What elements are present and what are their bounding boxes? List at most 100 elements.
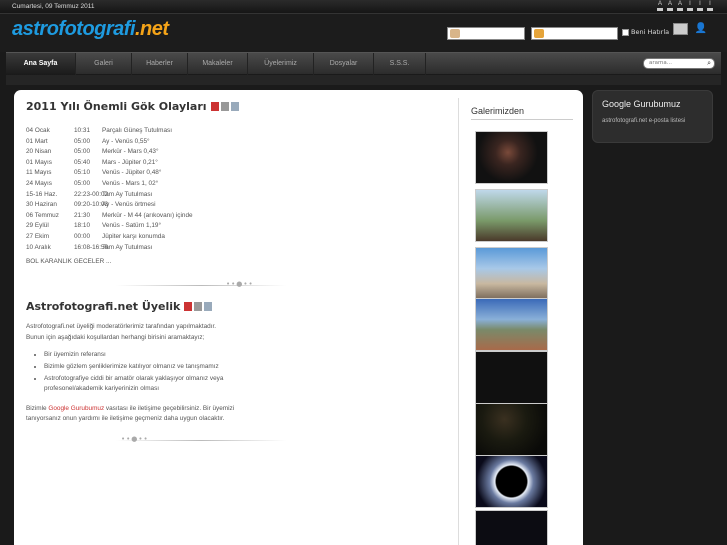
event-description: Ay - Venüs 0,55° bbox=[102, 137, 150, 145]
membership-conditions: Bir üyemizin referansı Bizimle gözlem şe… bbox=[26, 350, 456, 394]
email-icon[interactable] bbox=[230, 102, 239, 111]
event-row: 29 Eylül 18:10 Venüs - Satürn 1,19° bbox=[26, 221, 456, 232]
main-nav: Ana Sayfa Galeri Haberler Makaleler Üyel… bbox=[6, 52, 721, 75]
site-logo[interactable]: astrofotografi.net bbox=[12, 18, 169, 41]
nav-item-ana-sayfa[interactable]: Ana Sayfa bbox=[6, 53, 76, 75]
nav-shadow bbox=[6, 75, 721, 85]
membership-intro: Astrofotografi.net üyeliği moderatörleri… bbox=[26, 323, 217, 341]
print-icon[interactable] bbox=[220, 102, 229, 111]
nav-item-uyelerimiz[interactable]: Üyelerimiz bbox=[248, 53, 314, 75]
email-icon[interactable] bbox=[204, 302, 213, 312]
event-date: 29 Eylül bbox=[26, 222, 49, 230]
gallery-thumbnail[interactable] bbox=[475, 510, 548, 545]
gallery-thumbnail[interactable] bbox=[475, 403, 548, 456]
event-row: 24 Mayıs 05:00 Venüs - Mars 1, 02° bbox=[26, 179, 456, 190]
font-size-icon[interactable]: A bbox=[677, 1, 683, 11]
event-time: 18:10 bbox=[74, 222, 90, 230]
font-size-icon[interactable]: I bbox=[697, 1, 703, 11]
article-note: BOL KARANLIK GECELER ... bbox=[26, 258, 112, 266]
event-row: 27 Ekim 00:00 Jüpiter karşı konumda bbox=[26, 232, 456, 243]
article-title: Astrofotografi.net Üyelik bbox=[26, 300, 456, 313]
event-date: 01 Mart bbox=[26, 137, 48, 145]
remember-me[interactable]: Beni Hatırla bbox=[622, 28, 669, 36]
event-date: 24 Mayıs bbox=[26, 179, 52, 187]
google-group-link[interactable]: Google Gurubumuz bbox=[48, 405, 104, 412]
lock-icon bbox=[534, 29, 544, 38]
pdf-icon[interactable] bbox=[210, 102, 219, 111]
font-size-controls: A A A I I I bbox=[657, 1, 713, 11]
event-time: 00:00 bbox=[74, 232, 90, 240]
membership-outro: Bizimle Google Gurubumuz vasıtası ile il… bbox=[26, 404, 236, 425]
gallery-thumbnail[interactable] bbox=[475, 131, 548, 184]
top-bar: Cumartesi, 09 Temmuz 2011 A A A I I I bbox=[0, 0, 727, 14]
event-row: 20 Nisan 05:00 Merkür - Mars 0,43° bbox=[26, 147, 456, 158]
gallery-thumbnail[interactable] bbox=[475, 455, 548, 508]
event-description: Mars - Jüpiter 0,21° bbox=[102, 158, 158, 166]
event-row: 10 Aralık 16:08-16:56 Tam Ay Tutulması bbox=[26, 243, 456, 254]
article-title-text[interactable]: 2011 Yılı Önemli Gök Olayları bbox=[26, 100, 207, 113]
list-item: Astrofotografiye ciddi bir amatör olarak… bbox=[44, 374, 234, 395]
article-tools bbox=[184, 302, 213, 312]
gallery-thumbnail[interactable] bbox=[475, 189, 548, 242]
nav-item-dosyalar[interactable]: Dosyalar bbox=[314, 53, 374, 75]
outro-text: Bizimle bbox=[26, 404, 49, 412]
event-description: Venüs - Satürn 1,19° bbox=[102, 222, 162, 230]
gallery-title: Galerimizden bbox=[471, 106, 525, 116]
username-input[interactable] bbox=[447, 27, 525, 40]
article-tools bbox=[210, 102, 239, 111]
event-date: 15-16 Haz. bbox=[26, 190, 58, 198]
font-size-icon[interactable]: A bbox=[667, 1, 673, 11]
google-group-box: Google Gurubumuz astrofotografi.net e-po… bbox=[592, 90, 713, 143]
event-time: 05:00 bbox=[74, 148, 90, 156]
event-description: Tam Ay Tutulması bbox=[102, 190, 153, 198]
current-date: Cumartesi, 09 Temmuz 2011 bbox=[12, 3, 95, 10]
article-title: 2011 Yılı Önemli Gök Olayları bbox=[26, 100, 456, 113]
gallery-thumbnail[interactable] bbox=[475, 298, 548, 351]
event-time: 05:10 bbox=[74, 169, 90, 177]
event-date: 11 Mayıs bbox=[26, 169, 52, 177]
password-input[interactable] bbox=[531, 27, 618, 40]
gallery-thumbnail[interactable] bbox=[475, 351, 548, 404]
header: astrofotografi.net Beni Hatırla 👤 bbox=[0, 14, 727, 52]
nav-item-sss[interactable]: S.S.S. bbox=[374, 53, 426, 75]
article-title-text[interactable]: Astrofotografi.net Üyelik bbox=[26, 300, 180, 313]
list-item: Bir üyemizin referansı bbox=[44, 350, 234, 361]
articles: 2011 Yılı Önemli Gök Olayları 04 Ocak 10:… bbox=[26, 100, 456, 449]
event-date: 27 Ekim bbox=[26, 232, 50, 240]
remember-label: Beni Hatırla bbox=[631, 28, 670, 36]
remember-checkbox[interactable] bbox=[622, 28, 629, 36]
search-input[interactable]: arama... ⌕ bbox=[643, 58, 715, 69]
event-description: Merkür - M 44 (arıkovanı) içinde bbox=[102, 211, 193, 219]
event-description: Venüs - Jüpiter 0,48° bbox=[102, 169, 162, 177]
search-icon[interactable]: ⌕ bbox=[707, 59, 711, 68]
gallery-thumbnail[interactable] bbox=[475, 247, 548, 300]
event-time: 05:00 bbox=[74, 179, 90, 187]
event-time: 10:31 bbox=[74, 127, 90, 134]
mailing-list-link[interactable]: astrofotografi.net e-posta listesi bbox=[602, 118, 685, 124]
print-icon[interactable] bbox=[194, 302, 203, 312]
font-size-icon[interactable]: I bbox=[687, 1, 693, 11]
event-time: 09:20-10:03 bbox=[74, 201, 109, 209]
events-list: 04 Ocak 10:31 Parçalı Güneş Tutulması 01 Ma… bbox=[26, 126, 456, 253]
event-time: 21:30 bbox=[74, 211, 90, 219]
nav-item-makaleler[interactable]: Makaleler bbox=[188, 53, 248, 75]
login-button[interactable] bbox=[673, 23, 688, 35]
event-date: 04 Ocak bbox=[26, 127, 50, 134]
nav-item-galeri[interactable]: Galeri bbox=[76, 53, 132, 75]
event-row: 30 Haziran 09:20-10:03 Ay - Venüs örtmesi bbox=[26, 200, 456, 211]
article-separator: ••●•• bbox=[26, 433, 456, 449]
list-item: Bizimle gözlem şenliklerimize katılıyor … bbox=[44, 362, 234, 373]
event-date: 06 Temmuz bbox=[26, 211, 59, 219]
event-row: 06 Temmuz 21:30 Merkür - M 44 (arıkovanı) … bbox=[26, 211, 456, 222]
event-description: Tam Ay Tutulması bbox=[102, 243, 153, 251]
font-size-icon[interactable]: A bbox=[657, 1, 663, 11]
event-row: 15-16 Haz. 22:23-00:02 Tam Ay Tutulması bbox=[26, 190, 456, 201]
logo-text-tld: .net bbox=[135, 18, 169, 40]
register-user-icon[interactable]: 👤 bbox=[694, 23, 708, 35]
font-size-icon[interactable]: I bbox=[707, 1, 713, 11]
pdf-icon[interactable] bbox=[184, 302, 193, 312]
nav-item-haberler[interactable]: Haberler bbox=[132, 53, 188, 75]
event-description: Jüpiter karşı konumda bbox=[102, 232, 165, 240]
event-description: Merkür - Mars 0,43° bbox=[102, 148, 159, 156]
event-row: 01 Mart 05:00 Ay - Venüs 0,55° bbox=[26, 137, 456, 148]
